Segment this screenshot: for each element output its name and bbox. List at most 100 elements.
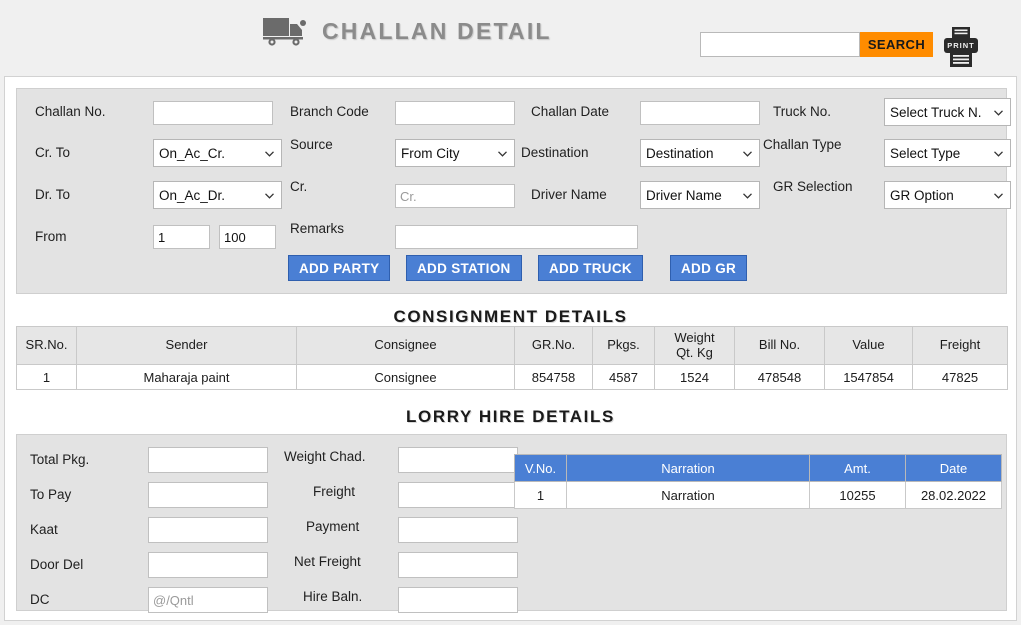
cell-value: 1547854 bbox=[824, 364, 913, 390]
source-select-wrap: From City bbox=[395, 139, 515, 167]
add-truck-button[interactable]: ADD TRUCK bbox=[538, 255, 643, 281]
label-cr: Cr. bbox=[290, 179, 308, 194]
label-weight-chad: Weight Chad. bbox=[284, 449, 366, 464]
col-narration: Narration bbox=[566, 454, 810, 482]
label-challan-type: Challan Type bbox=[763, 137, 842, 152]
label-gr-selection: GR Selection bbox=[773, 179, 853, 194]
page-title: CHALLAN DETAIL bbox=[322, 17, 552, 44]
title-block: CHALLAN DETAIL bbox=[262, 14, 552, 48]
narration-header-row: V.No. Narration Amt. Date bbox=[514, 454, 1002, 482]
label-truck-no: Truck No. bbox=[773, 104, 832, 119]
label-net-freight: Net Freight bbox=[294, 554, 361, 569]
cr-to-select-wrap: On_Ac_Cr. bbox=[153, 139, 282, 167]
dr-to-select[interactable]: On_Ac_Dr. bbox=[153, 181, 282, 209]
search-block: SEARCH bbox=[700, 32, 933, 57]
truck-icon bbox=[262, 14, 308, 48]
label-door-del: Door Del bbox=[30, 557, 84, 572]
cell-v-no: 1 bbox=[514, 481, 567, 509]
label-hire-baln: Hire Baln. bbox=[303, 589, 363, 604]
truck-no-select[interactable]: Select Truck N. bbox=[884, 98, 1011, 126]
col-amt: Amt. bbox=[809, 454, 906, 482]
challan-type-select[interactable]: Select Type bbox=[884, 139, 1011, 167]
label-from: From bbox=[35, 229, 67, 244]
consignment-table: SR.No. Sender Consignee GR.No. Pkgs. Wei… bbox=[16, 326, 1008, 390]
gr-selection-select-wrap: GR Option bbox=[884, 181, 1011, 209]
table-row[interactable]: 1 Maharaja paint Consignee 854758 4587 1… bbox=[16, 364, 1008, 390]
door-del-input[interactable] bbox=[148, 552, 268, 578]
label-challan-date: Challan Date bbox=[531, 104, 610, 119]
total-pkg-input[interactable] bbox=[148, 447, 268, 473]
driver-name-select-wrap: Driver Name bbox=[640, 181, 760, 209]
cell-freight: 47825 bbox=[912, 364, 1008, 390]
hire-baln-input[interactable] bbox=[398, 587, 518, 613]
label-cr-to: Cr. To bbox=[35, 145, 71, 160]
kaat-input[interactable] bbox=[148, 517, 268, 543]
to-pay-input[interactable] bbox=[148, 482, 268, 508]
add-station-button[interactable]: ADD STATION bbox=[406, 255, 522, 281]
col-weight-line1: Weight bbox=[674, 330, 715, 346]
col-value: Value bbox=[824, 326, 913, 365]
cell-bill-no: 478548 bbox=[734, 364, 825, 390]
label-total-pkg: Total Pkg. bbox=[30, 452, 90, 467]
payment-input[interactable] bbox=[398, 517, 518, 543]
label-to-pay: To Pay bbox=[30, 487, 72, 502]
label-branch-code: Branch Code bbox=[290, 104, 369, 119]
consignment-heading: CONSIGNMENT DETAILS bbox=[393, 307, 628, 326]
challan-no-input[interactable] bbox=[153, 101, 273, 125]
dr-to-select-wrap: On_Ac_Dr. bbox=[153, 181, 282, 209]
label-challan-no: Challan No. bbox=[35, 104, 106, 119]
cell-sender: Maharaja paint bbox=[76, 364, 297, 390]
dc-input[interactable] bbox=[148, 587, 268, 613]
net-freight-input[interactable] bbox=[398, 552, 518, 578]
challan-type-select-wrap: Select Type bbox=[884, 139, 1011, 167]
branch-code-input[interactable] bbox=[395, 101, 515, 125]
add-party-button[interactable]: ADD PARTY bbox=[288, 255, 391, 281]
col-v-no: V.No. bbox=[514, 454, 567, 482]
search-input[interactable] bbox=[700, 32, 860, 57]
col-gr-no: GR.No. bbox=[514, 326, 593, 365]
add-gr-button[interactable]: ADD GR bbox=[670, 255, 748, 281]
page-header: CHALLAN DETAIL SEARCH PRINT bbox=[0, 0, 1021, 76]
cell-narration: Narration bbox=[566, 481, 810, 509]
col-bill-no: Bill No. bbox=[734, 326, 825, 365]
destination-select-wrap: Destination bbox=[640, 139, 760, 167]
cell-weight: 1524 bbox=[654, 364, 735, 390]
col-consignee: Consignee bbox=[296, 326, 515, 365]
label-driver-name: Driver Name bbox=[531, 187, 607, 202]
col-pkgs: Pkgs. bbox=[592, 326, 655, 365]
form-action-buttons: ADD PARTY ADD STATION ADD TRUCK ADD GR bbox=[17, 255, 1006, 295]
destination-select[interactable]: Destination bbox=[640, 139, 760, 167]
from-end-input[interactable] bbox=[219, 225, 276, 249]
col-date: Date bbox=[905, 454, 1002, 482]
cell-date: 28.02.2022 bbox=[905, 481, 1002, 509]
label-destination: Destination bbox=[521, 145, 589, 160]
svg-text:PRINT: PRINT bbox=[947, 41, 975, 50]
col-sender: Sender bbox=[76, 326, 297, 365]
source-select[interactable]: From City bbox=[395, 139, 515, 167]
cell-sr-no: 1 bbox=[16, 364, 77, 390]
col-sr-no: SR.No. bbox=[16, 326, 77, 365]
lorry-hire-panel: Total Pkg. Weight Chad. To Pay Freight K… bbox=[16, 434, 1007, 613]
table-header-row: SR.No. Sender Consignee GR.No. Pkgs. Wei… bbox=[16, 326, 1008, 365]
label-payment: Payment bbox=[306, 519, 360, 534]
driver-name-select[interactable]: Driver Name bbox=[640, 181, 760, 209]
col-freight: Freight bbox=[912, 326, 1008, 365]
table-row[interactable]: 1 Narration 10255 28.02.2022 bbox=[514, 481, 1002, 509]
label-kaat: Kaat bbox=[30, 522, 58, 537]
gr-selection-select[interactable]: GR Option bbox=[884, 181, 1011, 209]
weight-chad-input[interactable] bbox=[398, 447, 518, 473]
cell-amt: 10255 bbox=[809, 481, 906, 509]
search-button[interactable]: SEARCH bbox=[860, 32, 933, 57]
truck-no-select-wrap: Select Truck N. bbox=[884, 98, 1011, 126]
freight-input[interactable] bbox=[398, 482, 518, 508]
challan-form-panel: Challan No. Branch Code Challan Date Tru… bbox=[16, 88, 1011, 295]
narration-table: V.No. Narration Amt. Date 1 Narration 10… bbox=[514, 454, 1002, 509]
from-start-input[interactable] bbox=[153, 225, 210, 249]
print-icon[interactable]: PRINT bbox=[941, 26, 981, 69]
challan-date-input[interactable] bbox=[640, 101, 760, 125]
cell-consignee: Consignee bbox=[296, 364, 515, 390]
remarks-input[interactable] bbox=[395, 225, 638, 249]
cr-input[interactable] bbox=[395, 184, 515, 208]
cr-to-select[interactable]: On_Ac_Cr. bbox=[153, 139, 282, 167]
cell-gr-no: 854758 bbox=[514, 364, 593, 390]
